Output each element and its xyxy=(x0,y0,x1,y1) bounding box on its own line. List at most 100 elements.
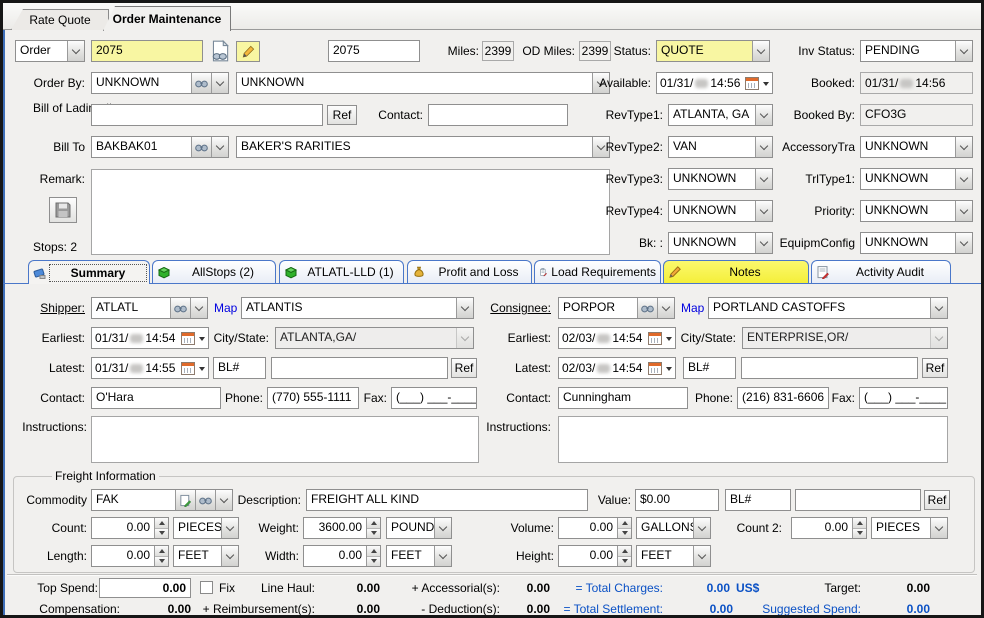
tab-load-requirements[interactable]: Load Requirements xyxy=(534,260,661,283)
spin-down-button[interactable] xyxy=(618,528,631,539)
fix-checkbox[interactable] xyxy=(200,581,213,594)
length-unit-dropdown-button[interactable] xyxy=(221,546,238,566)
consignee-map-link[interactable]: Map xyxy=(681,301,704,315)
commodity-lookup-button[interactable] xyxy=(195,490,215,510)
volume-unit-dropdown-button[interactable] xyxy=(693,518,710,538)
calendar-dropdown-arrow[interactable] xyxy=(199,367,205,374)
consignee-bl-input[interactable] xyxy=(741,357,918,379)
height-unit-dropdown-button[interactable] xyxy=(693,546,710,566)
priority-dropdown-button[interactable] xyxy=(955,201,972,221)
status-dropdown-button[interactable] xyxy=(752,41,769,61)
count-unit-dropdown-button[interactable] xyxy=(221,518,238,538)
inv-status-dropdown-button[interactable] xyxy=(955,41,972,61)
order-search-input[interactable]: 2075 xyxy=(91,40,203,62)
revtype2-dropdown-button[interactable] xyxy=(755,137,772,157)
shipper-combo[interactable]: ATLATL xyxy=(91,297,208,319)
document-search-icon[interactable] xyxy=(208,39,232,63)
inv-status-select[interactable]: PENDING xyxy=(860,40,973,62)
priority-select[interactable]: UNKNOWN xyxy=(860,200,973,222)
shipper-phone-input[interactable]: (770) 555-1111 xyxy=(267,387,359,409)
trltype1-select[interactable]: UNKNOWN xyxy=(860,168,973,190)
commodity-combo[interactable]: FAK xyxy=(91,489,233,511)
consignee-name-dropdown-button[interactable] xyxy=(930,298,947,318)
revtype4-select[interactable]: UNKNOWN xyxy=(668,200,773,222)
shipper-earliest-field[interactable]: 01/31/14:54 xyxy=(91,327,209,349)
shipper-name-select[interactable]: ATLANTIS xyxy=(241,297,474,319)
tab-profit-and-loss[interactable]: Profit and Loss xyxy=(407,260,532,283)
revtype3-select[interactable]: UNKNOWN xyxy=(668,168,773,190)
spin-down-button[interactable] xyxy=(853,528,866,539)
consignee-name-select[interactable]: PORTLAND CASTOFFS xyxy=(708,297,948,319)
accessory-dropdown-button[interactable] xyxy=(955,137,972,157)
order-by-dropdown-button[interactable] xyxy=(211,73,228,93)
consignee-dropdown-button[interactable] xyxy=(657,298,674,318)
equip-config-dropdown-button[interactable] xyxy=(955,233,972,253)
shipper-lookup-button[interactable] xyxy=(170,298,190,318)
calendar-dropdown-arrow[interactable] xyxy=(666,367,672,374)
height-unit-select[interactable]: FEET xyxy=(636,545,711,567)
consignee-phone-input[interactable]: (216) 831-6606 xyxy=(737,387,829,409)
volume-stepper[interactable]: 0.00 xyxy=(558,517,632,539)
available-date-field[interactable]: 01/31/14:56 xyxy=(656,72,773,94)
spin-down-button[interactable] xyxy=(367,528,380,539)
value-input[interactable]: $0.00 xyxy=(635,489,719,511)
description-input[interactable]: FREIGHT ALL KIND xyxy=(306,489,588,511)
status-select[interactable]: QUOTE xyxy=(656,40,770,62)
freight-bl-input[interactable] xyxy=(795,489,921,511)
shipper-dropdown-button[interactable] xyxy=(190,298,207,318)
revtype4-dropdown-button[interactable] xyxy=(755,201,772,221)
shipper-contact-input[interactable]: O'Hara xyxy=(91,387,221,409)
consignee-contact-input[interactable]: Cunningham xyxy=(558,387,688,409)
height-stepper[interactable]: 0.00 xyxy=(558,545,632,567)
shipper-latest-field[interactable]: 01/31/14:55 xyxy=(91,357,209,379)
revtype3-dropdown-button[interactable] xyxy=(755,169,772,189)
tab-order-maintenance[interactable]: Order Maintenance xyxy=(103,6,231,31)
shipper-fax-input[interactable]: (___) ___-____ xyxy=(391,387,477,409)
revtype1-dropdown-button[interactable] xyxy=(755,105,772,125)
calendar-dropdown-arrow[interactable] xyxy=(763,82,769,89)
top-spend-input[interactable]: 0.00 xyxy=(99,578,191,598)
weight-unit-select[interactable]: POUNDS xyxy=(386,517,452,539)
count-stepper[interactable]: 0.00 xyxy=(91,517,169,539)
weight-stepper[interactable]: 3600.00 xyxy=(303,517,381,539)
revtype1-select[interactable]: ATLANTA, GA xyxy=(668,104,773,126)
edit-order-button[interactable] xyxy=(236,41,260,62)
bill-of-lading-input[interactable] xyxy=(91,104,323,126)
tab-notes[interactable]: Notes xyxy=(663,260,809,283)
order-type-dropdown-button[interactable] xyxy=(67,41,84,61)
order-by-name-select[interactable]: UNKNOWN xyxy=(236,72,610,94)
spin-up-button[interactable] xyxy=(155,546,168,556)
consignee-earliest-field[interactable]: 02/03/14:54 xyxy=(558,327,676,349)
trltype1-dropdown-button[interactable] xyxy=(955,169,972,189)
order-by-combo[interactable]: UNKNOWN xyxy=(91,72,229,94)
spin-up-button[interactable] xyxy=(367,518,380,528)
width-stepper[interactable]: 0.00 xyxy=(303,545,381,567)
calendar-dropdown-arrow[interactable] xyxy=(199,337,205,344)
order-by-lookup-button[interactable] xyxy=(191,73,211,93)
consignee-ref-button[interactable]: Ref xyxy=(922,358,948,378)
spin-up-button[interactable] xyxy=(618,518,631,528)
weight-unit-dropdown-button[interactable] xyxy=(434,518,451,538)
header-contact-input[interactable] xyxy=(428,104,568,126)
save-remark-button[interactable] xyxy=(49,197,77,223)
freight-ref-button[interactable]: Ref xyxy=(924,490,950,510)
count2-unit-dropdown-button[interactable] xyxy=(930,518,947,538)
calendar-dropdown-arrow[interactable] xyxy=(666,337,672,344)
calendar-icon[interactable] xyxy=(181,332,195,345)
shipper-ref-button[interactable]: Ref xyxy=(451,358,477,378)
bill-to-lookup-button[interactable] xyxy=(191,137,211,157)
bol-ref-button[interactable]: Ref xyxy=(327,105,357,125)
length-unit-select[interactable]: FEET xyxy=(173,545,239,567)
tab-allstops[interactable]: AllStops (2) xyxy=(152,260,276,283)
width-unit-dropdown-button[interactable] xyxy=(434,546,451,566)
bill-to-dropdown-button[interactable] xyxy=(211,137,228,157)
commodity-edit-button[interactable] xyxy=(175,490,195,510)
tab-rate-quote[interactable]: Rate Quote xyxy=(11,9,109,30)
calendar-icon[interactable] xyxy=(745,77,759,90)
spin-up-button[interactable] xyxy=(853,518,866,528)
count2-stepper[interactable]: 0.00 xyxy=(791,517,867,539)
length-stepper[interactable]: 0.00 xyxy=(91,545,169,567)
tab-atlatl-lld[interactable]: ATLATL-LLD (1) xyxy=(279,260,404,283)
count-unit-select[interactable]: PIECES xyxy=(173,517,239,539)
accessory-select[interactable]: UNKNOWN xyxy=(860,136,973,158)
